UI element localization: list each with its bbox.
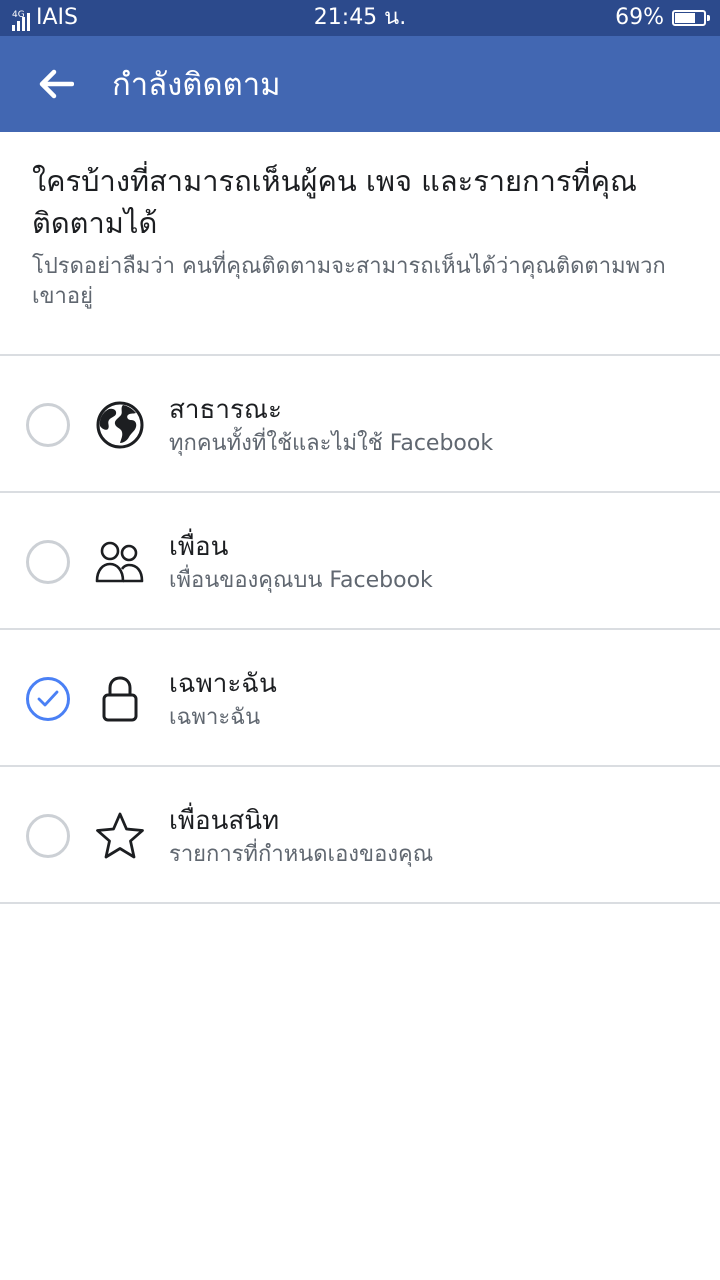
checkmark-icon — [37, 690, 59, 707]
status-time: 21:45 น. — [313, 5, 407, 30]
battery-status: 69% — [615, 5, 710, 31]
option-description: ทุกคนทั้งที่ใช้และไม่ใช้ Facebook — [169, 431, 494, 456]
friends-icon — [94, 536, 146, 588]
option-label: เพื่อน — [169, 532, 229, 562]
option-description: เฉพาะฉัน — [169, 705, 261, 730]
option-label: เพื่อนสนิท — [169, 806, 280, 836]
radio-friends[interactable] — [26, 540, 70, 584]
intro-heading: ใครบ้างที่สามารถเห็นผู้คน เพจ และรายการท… — [32, 164, 637, 240]
option-description: รายการที่กำหนดเองของคุณ — [169, 842, 434, 867]
radio-only-me[interactable] — [26, 677, 70, 721]
status-bar: 4G IAIS 21:45 น. 69% — [0, 0, 720, 36]
intro-subtext: โปรดอย่าลืมว่า คนที่คุณติดตามจะสามารถเห็… — [32, 254, 666, 309]
option-close-friends[interactable]: เพื่อนสนิท รายการที่กำหนดเองของคุณ — [0, 767, 720, 904]
battery-percent: 69% — [615, 5, 664, 30]
app-bar: กำลังติดตาม — [0, 36, 720, 132]
page-title: กำลังติดตาม — [112, 67, 281, 103]
star-icon — [94, 810, 146, 862]
intro-section: ใครบ้างที่สามารถเห็นผู้คน เพจ และรายการท… — [32, 160, 692, 312]
option-description: เพื่อนของคุณบน Facebook — [169, 568, 433, 593]
lock-icon — [94, 673, 146, 725]
option-only-me[interactable]: เฉพาะฉัน เฉพาะฉัน — [0, 630, 720, 767]
radio-close-friends[interactable] — [26, 814, 70, 858]
back-arrow-icon — [39, 69, 74, 99]
option-label: สาธารณะ — [169, 395, 282, 425]
radio-public[interactable] — [26, 403, 70, 447]
option-friends[interactable]: เพื่อน เพื่อนของคุณบน Facebook — [0, 493, 720, 630]
battery-icon — [672, 10, 710, 26]
back-button[interactable] — [24, 60, 88, 108]
option-public[interactable]: สาธารณะ ทุกคนทั้งที่ใช้และไม่ใช้ Faceboo… — [0, 356, 720, 493]
option-label: เฉพาะฉัน — [169, 669, 277, 699]
audience-options: สาธารณะ ทุกคนทั้งที่ใช้และไม่ใช้ Faceboo… — [0, 354, 720, 904]
globe-icon — [94, 399, 146, 451]
